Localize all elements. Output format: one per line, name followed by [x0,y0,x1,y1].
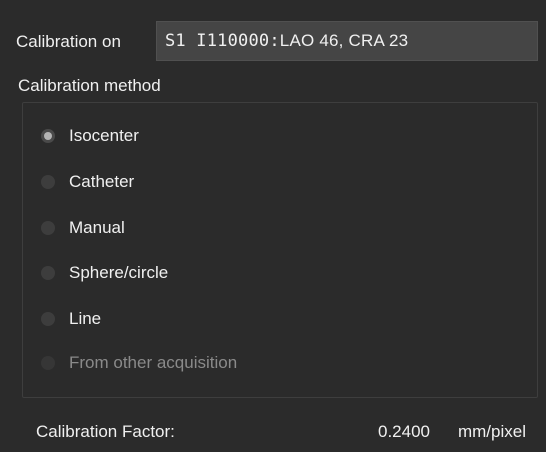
radio-unchecked-icon[interactable] [41,312,55,326]
calibration-method-group: Isocenter Catheter Manual Sphere/circle … [22,102,538,398]
radio-unchecked-icon[interactable] [41,175,55,189]
radio-unchecked-icon[interactable] [41,266,55,280]
calibration-factor-unit: mm/pixel [457,422,526,441]
calibration-panel: Calibration on S1 I110000: LAO 46, CRA 2… [0,0,546,452]
calibration-factor-row: Calibration Factor: 0.2400 mm/pixel [36,422,526,448]
calibration-factor-label: Calibration Factor: [36,422,175,441]
radio-checked-icon[interactable] [41,129,55,143]
calibration-method-label: Calibration method [18,76,161,95]
radio-label-catheter: Catheter [69,172,135,191]
acquisition-selector-field[interactable]: S1 I110000: LAO 46, CRA 23 [156,21,538,61]
radio-disabled-icon [41,356,55,370]
radio-option-line[interactable]: Line [41,306,101,332]
radio-label-from-other-acquisition: From other acquisition [69,353,238,372]
calibration-on-label: Calibration on [16,32,121,51]
radio-option-sphere-circle[interactable]: Sphere/circle [41,260,168,286]
radio-option-catheter[interactable]: Catheter [41,169,134,195]
radio-label-manual: Manual [69,218,125,237]
radio-unchecked-icon[interactable] [41,221,55,235]
radio-option-from-other-acquisition: From other acquisition [41,350,237,376]
radio-option-isocenter[interactable]: Isocenter [41,123,139,149]
acquisition-view-text: LAO 46, CRA 23 [279,31,409,50]
radio-label-isocenter: Isocenter [69,126,139,145]
calibration-factor-value: 0.2400 [378,422,430,441]
radio-label-sphere-circle: Sphere/circle [69,263,169,282]
radio-option-manual[interactable]: Manual [41,215,125,241]
acquisition-id-text: S1 I110000: [165,31,280,51]
radio-label-line: Line [69,309,102,328]
calibration-on-row: Calibration on S1 I110000: LAO 46, CRA 2… [16,21,538,63]
